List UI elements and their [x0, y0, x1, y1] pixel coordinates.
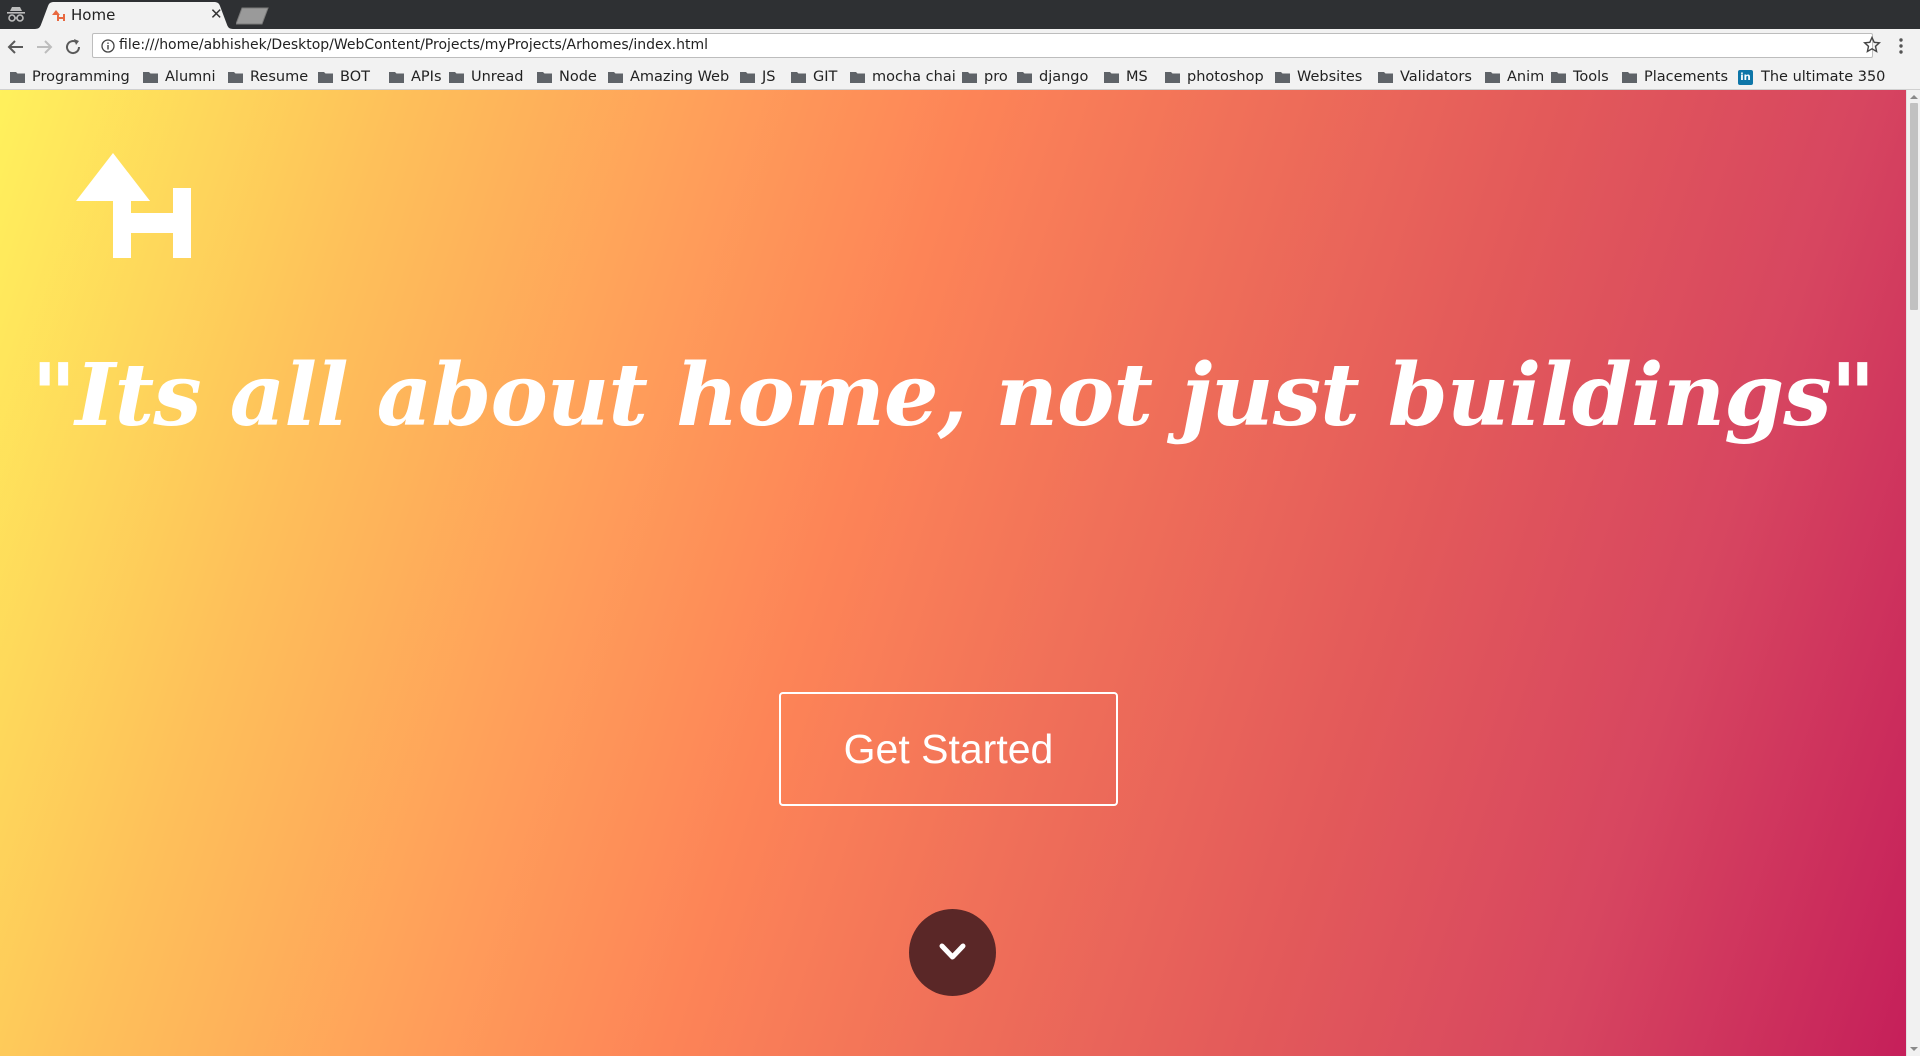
bookmark-item[interactable]: Placements: [1622, 66, 1728, 88]
bookmark-label: APIs: [411, 69, 442, 85]
new-tab-button[interactable]: [236, 7, 270, 25]
bookmark-item[interactable]: Node: [537, 66, 597, 88]
bookmark-item[interactable]: APIs: [389, 66, 442, 88]
tab-strip: Home ✕: [0, 0, 1920, 29]
scroll-up-arrow-icon[interactable]: [1910, 93, 1918, 101]
bookmark-label: pro: [984, 69, 1008, 85]
bookmark-item[interactable]: photoshop: [1165, 66, 1264, 88]
bookmark-label: Placements: [1644, 69, 1729, 85]
folder-icon: [1551, 72, 1566, 83]
hero-quote: "Its all about home, not just buildings": [31, 345, 1876, 446]
hero-section: "Its all about home, not just buildings"…: [0, 90, 1906, 1056]
house-h-logo-icon[interactable]: [76, 143, 191, 258]
bookmark-label: BOT: [340, 69, 370, 85]
close-tab-icon[interactable]: ✕: [210, 5, 223, 23]
folder-icon: [143, 72, 158, 83]
bookmark-label: mocha chai: [872, 69, 956, 85]
folder-icon: [318, 72, 333, 83]
bookmark-star-icon[interactable]: [1863, 36, 1881, 54]
folder-icon: [228, 72, 243, 83]
bookmark-item[interactable]: GIT: [791, 66, 837, 88]
bookmark-item[interactable]: JS: [740, 66, 775, 88]
page-scrollbar[interactable]: [1906, 90, 1920, 1056]
house-favicon-icon: [52, 10, 65, 21]
bookmark-label: MS: [1126, 69, 1148, 85]
folder-icon: [1275, 72, 1290, 83]
folder-icon: [740, 72, 755, 83]
bookmark-label: Unread: [471, 69, 524, 85]
url-text: file:///home/abhishek/Desktop/WebContent…: [119, 37, 708, 53]
scroll-down-arrow-icon[interactable]: [1910, 1045, 1918, 1053]
bookmark-label: The ultimate 350: [1761, 69, 1886, 85]
bookmarks-bar: Programming Alumni Resume BOT APIs Unread Node…: [0, 64, 1920, 90]
scroll-down-button[interactable]: [909, 909, 996, 996]
bookmark-label: Tools: [1573, 69, 1609, 85]
folder-icon: [537, 72, 552, 83]
folder-icon: [10, 72, 25, 83]
back-arrow-icon[interactable]: [6, 37, 26, 57]
folder-icon: [962, 72, 977, 83]
bookmark-item[interactable]: pro: [962, 66, 1008, 88]
address-bar[interactable]: file:///home/abhishek/Desktop/WebContent…: [92, 33, 1873, 58]
chevron-down-icon: [939, 943, 966, 960]
folder-icon: [850, 72, 865, 83]
folder-icon: [1165, 72, 1180, 83]
reload-icon[interactable]: [63, 37, 83, 57]
bookmark-item[interactable]: Websites: [1275, 66, 1362, 88]
bookmark-label: Amazing Web: [630, 69, 730, 85]
bookmark-item[interactable]: Resume: [228, 66, 308, 88]
bookmark-label: GIT: [813, 69, 838, 85]
bookmark-label: Anim: [1507, 69, 1545, 85]
bookmark-label: Validators: [1400, 69, 1472, 85]
bookmark-item[interactable]: mocha chai: [850, 66, 956, 88]
bookmark-label: Alumni: [165, 69, 216, 85]
bookmark-item[interactable]: Amazing Web: [608, 66, 729, 88]
bookmark-item[interactable]: Programming: [10, 66, 130, 88]
folder-icon: [608, 72, 623, 83]
bookmark-item[interactable]: Unread: [449, 66, 523, 88]
menu-dots-icon[interactable]: [1898, 37, 1904, 55]
bookmark-item[interactable]: BOT: [318, 66, 370, 88]
folder-icon: [1485, 72, 1500, 83]
folder-icon: [1378, 72, 1393, 83]
bookmark-label: Websites: [1297, 69, 1363, 85]
folder-icon: [389, 72, 404, 83]
scroll-thumb[interactable]: [1910, 103, 1918, 310]
bookmark-item[interactable]: Anim: [1485, 66, 1544, 88]
bookmark-label: JS: [762, 69, 776, 85]
linkedin-icon: in: [1738, 69, 1753, 85]
bookmark-label: photoshop: [1187, 69, 1264, 85]
bookmark-item[interactable]: Alumni: [143, 66, 215, 88]
forward-arrow-icon[interactable]: [34, 37, 54, 57]
info-icon[interactable]: [101, 39, 115, 53]
folder-icon: [449, 72, 464, 83]
bookmark-item[interactable]: django: [1017, 66, 1088, 88]
folder-icon: [1622, 72, 1637, 83]
bookmark-label: Programming: [32, 69, 130, 85]
bookmark-label: django: [1039, 69, 1089, 85]
bookmark-item[interactable]: Validators: [1378, 66, 1472, 88]
bookmark-item-linkedin[interactable]: in The ultimate 350: [1738, 66, 1885, 88]
incognito-icon: [7, 7, 25, 22]
folder-icon: [1104, 72, 1119, 83]
folder-icon: [1017, 72, 1032, 83]
browser-toolbar: file:///home/abhishek/Desktop/WebContent…: [0, 29, 1920, 64]
bookmark-item[interactable]: Tools: [1551, 66, 1609, 88]
get-started-button[interactable]: Get Started: [779, 692, 1118, 806]
folder-icon: [791, 72, 806, 83]
bookmark-item[interactable]: MS: [1104, 66, 1148, 88]
tab-title: Home: [71, 6, 116, 24]
bookmark-label: Resume: [250, 69, 309, 85]
bookmark-label: Node: [559, 69, 597, 85]
